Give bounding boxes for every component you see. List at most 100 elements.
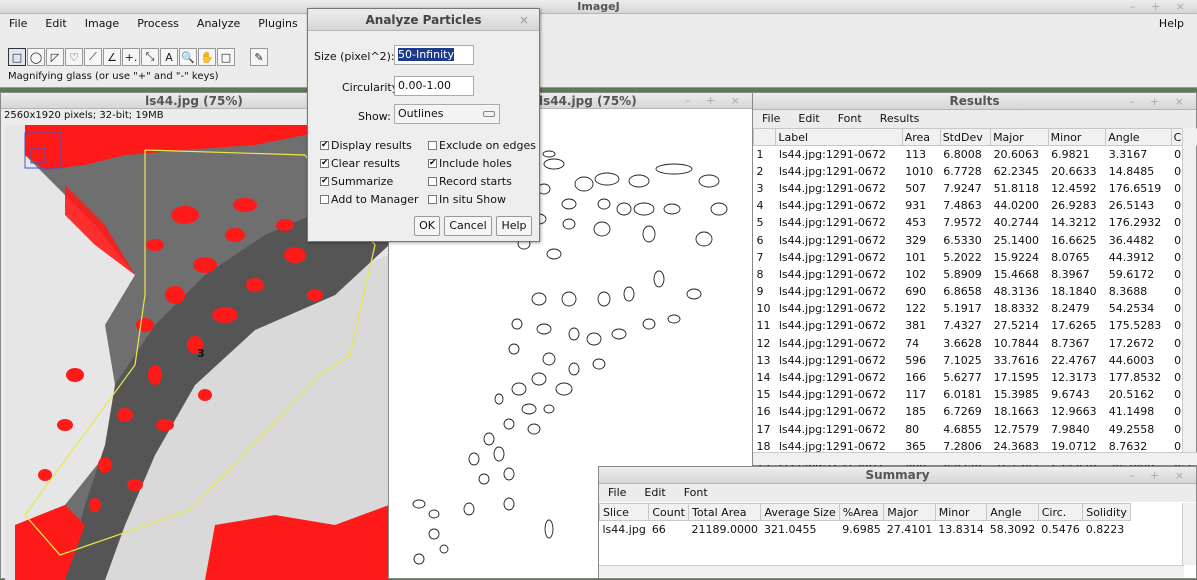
results-row[interactable]: 14ls44.jpg:1291-06721665.627717.159512.3… — [754, 369, 1197, 386]
results-menu-results[interactable]: Results — [871, 110, 929, 128]
angle-tool-icon[interactable]: ∠ — [103, 48, 121, 66]
results-cell: 690 — [902, 283, 940, 300]
results-vertical-scrollbar[interactable] — [1182, 128, 1196, 453]
results-horizontal-scrollbar[interactable] — [753, 452, 1197, 465]
menu-analyze[interactable]: Analyze — [188, 14, 249, 34]
size-input-value: 50-Infinity — [398, 48, 454, 61]
results-column-header[interactable]: Area — [902, 129, 940, 146]
menu-plugins[interactable]: Plugins — [249, 14, 306, 34]
results-cell: 54.2534 — [1106, 300, 1171, 317]
results-row[interactable]: 8ls44.jpg:1291-06721025.890915.46688.396… — [754, 266, 1197, 283]
results-column-header[interactable] — [754, 129, 776, 146]
summary-menu-file[interactable]: File — [599, 484, 635, 502]
size-input[interactable]: 50-Infinity — [394, 45, 474, 65]
results-cell: 117 — [902, 386, 940, 403]
results-row[interactable]: 9ls44.jpg:1291-06726906.865848.313618.18… — [754, 283, 1197, 300]
results-row[interactable]: 16ls44.jpg:1291-06721856.726918.166312.9… — [754, 403, 1197, 420]
display-results-checkbox[interactable]: ✔Display results — [320, 139, 412, 152]
ok-button[interactable]: OK — [414, 216, 440, 236]
menu-file[interactable]: File — [0, 14, 36, 34]
summary-column-header[interactable]: Average Size — [761, 504, 839, 521]
results-row[interactable]: 2ls44.jpg:1291-067210106.772862.234520.6… — [754, 163, 1197, 180]
checkbox-unchecked-icon — [428, 177, 437, 186]
results-menu-edit[interactable]: Edit — [789, 110, 828, 128]
results-row[interactable]: 17ls44.jpg:1291-0672804.685512.75797.984… — [754, 421, 1197, 438]
results-cell: 12.9663 — [1048, 403, 1106, 420]
pencil-tool-icon[interactable]: ✎ — [250, 48, 268, 66]
add-to-manager-checkbox[interactable]: Add to Manager — [320, 193, 419, 206]
results-row[interactable]: 3ls44.jpg:1291-06725077.924751.811812.45… — [754, 180, 1197, 197]
rectangle-tool-icon[interactable]: □ — [8, 48, 26, 66]
results-row[interactable]: 5ls44.jpg:1291-06724537.957240.274414.32… — [754, 214, 1197, 231]
results-column-header[interactable]: Label — [776, 129, 902, 146]
summary-vertical-scrollbar[interactable] — [1182, 503, 1196, 565]
color-picker-tool-icon[interactable]: □ — [217, 48, 235, 66]
menu-edit[interactable]: Edit — [36, 14, 75, 34]
summary-column-header[interactable]: %Area — [839, 504, 884, 521]
exclude-edges-checkbox[interactable]: Exclude on edges — [428, 139, 536, 152]
straight-line-tool-icon[interactable]: ⟋ — [84, 48, 102, 66]
summary-column-header[interactable]: Circ. — [1038, 504, 1083, 521]
results-row[interactable]: 15ls44.jpg:1291-06721176.018115.39859.67… — [754, 386, 1197, 403]
clear-results-checkbox[interactable]: ✔Clear results — [320, 157, 400, 170]
results-column-header[interactable]: Minor — [1048, 129, 1106, 146]
outlines-window-controls[interactable]: – + × — [685, 93, 746, 109]
summarize-checkbox[interactable]: ✔Summarize — [320, 175, 393, 188]
circularity-input[interactable]: 0.00-1.00 — [394, 76, 474, 96]
results-cell: 44.3912 — [1106, 249, 1171, 266]
summary-column-header[interactable]: Minor — [935, 504, 987, 521]
menu-help[interactable]: Help — [1150, 14, 1193, 34]
show-select[interactable]: Outlines — [394, 104, 500, 124]
imagej-title: ImageJ — [0, 0, 1197, 14]
magnifier-tool-icon[interactable]: 🔍 — [179, 48, 197, 66]
results-table[interactable]: LabelAreaStdDevMajorMinorAngleCir 1ls44.… — [753, 128, 1197, 506]
summary-row[interactable]: ls44.jpg6621189.0000321.04559.698527.410… — [600, 521, 1131, 538]
summary-column-header[interactable]: Count — [649, 504, 689, 521]
wand-tool-icon[interactable]: ⤡ — [141, 48, 159, 66]
summary-column-header[interactable]: Angle — [987, 504, 1039, 521]
menu-image[interactable]: Image — [76, 14, 128, 34]
menu-process[interactable]: Process — [128, 14, 188, 34]
cancel-button[interactable]: Cancel — [444, 216, 492, 236]
results-row[interactable]: 1ls44.jpg:1291-06721136.800820.60636.982… — [754, 146, 1197, 163]
hand-tool-icon[interactable]: ✋ — [198, 48, 216, 66]
imagej-window-controls[interactable]: – + × — [1130, 0, 1191, 14]
summary-column-header[interactable]: Slice — [600, 504, 649, 521]
summary-menu-font[interactable]: Font — [675, 484, 717, 502]
results-window-controls[interactable]: – + × — [1129, 93, 1190, 110]
record-starts-checkbox[interactable]: Record starts — [428, 175, 512, 188]
summary-table[interactable]: SliceCountTotal AreaAverage Size%AreaMaj… — [599, 503, 1131, 538]
in-situ-show-checkbox[interactable]: In situ Show — [428, 193, 506, 206]
summary-column-header[interactable]: Major — [884, 504, 936, 521]
polygon-tool-icon[interactable]: ◸ — [46, 48, 64, 66]
summary-cell: 321.0455 — [761, 521, 839, 538]
freehand-tool-icon[interactable]: ♡ — [65, 48, 83, 66]
summary-window-controls[interactable]: – + × — [1129, 467, 1190, 484]
results-row[interactable]: 4ls44.jpg:1291-06729317.486344.020026.92… — [754, 197, 1197, 214]
results-row[interactable]: 11ls44.jpg:1291-06723817.432727.521417.6… — [754, 317, 1197, 334]
results-row[interactable]: 12ls44.jpg:1291-0672743.662810.78448.736… — [754, 335, 1197, 352]
include-holes-checkbox[interactable]: ✔Include holes — [428, 157, 512, 170]
summary-column-header[interactable]: Solidity — [1083, 504, 1131, 521]
results-row[interactable]: 10ls44.jpg:1291-06721225.191718.83328.24… — [754, 300, 1197, 317]
summary-window: Summary – + × File Edit Font SliceCountT… — [598, 466, 1197, 579]
results-column-header[interactable]: StdDev — [940, 129, 990, 146]
results-menu-font[interactable]: Font — [829, 110, 871, 128]
results-cell: ls44.jpg:1291-0672 — [776, 266, 902, 283]
results-cell: ls44.jpg:1291-0672 — [776, 231, 902, 248]
summary-column-header[interactable]: Total Area — [688, 504, 760, 521]
results-column-header[interactable]: Major — [991, 129, 1049, 146]
multipoint-tool-icon[interactable]: +. — [122, 48, 140, 66]
results-column-header[interactable]: Angle — [1106, 129, 1171, 146]
help-button[interactable]: Help — [496, 216, 532, 236]
summary-horizontal-scrollbar[interactable] — [599, 565, 1184, 578]
results-row[interactable]: 7ls44.jpg:1291-06721015.202215.92248.076… — [754, 249, 1197, 266]
results-row[interactable]: 13ls44.jpg:1291-06725967.102533.761622.4… — [754, 352, 1197, 369]
results-cell: 5.1917 — [940, 300, 990, 317]
results-row[interactable]: 6ls44.jpg:1291-06723296.533025.140016.66… — [754, 231, 1197, 248]
dialog-close-icon[interactable]: × — [519, 9, 529, 31]
summary-menu-edit[interactable]: Edit — [635, 484, 674, 502]
results-menu-file[interactable]: File — [753, 110, 789, 128]
oval-tool-icon[interactable]: ◯ — [27, 48, 45, 66]
text-tool-icon[interactable]: A — [160, 48, 178, 66]
